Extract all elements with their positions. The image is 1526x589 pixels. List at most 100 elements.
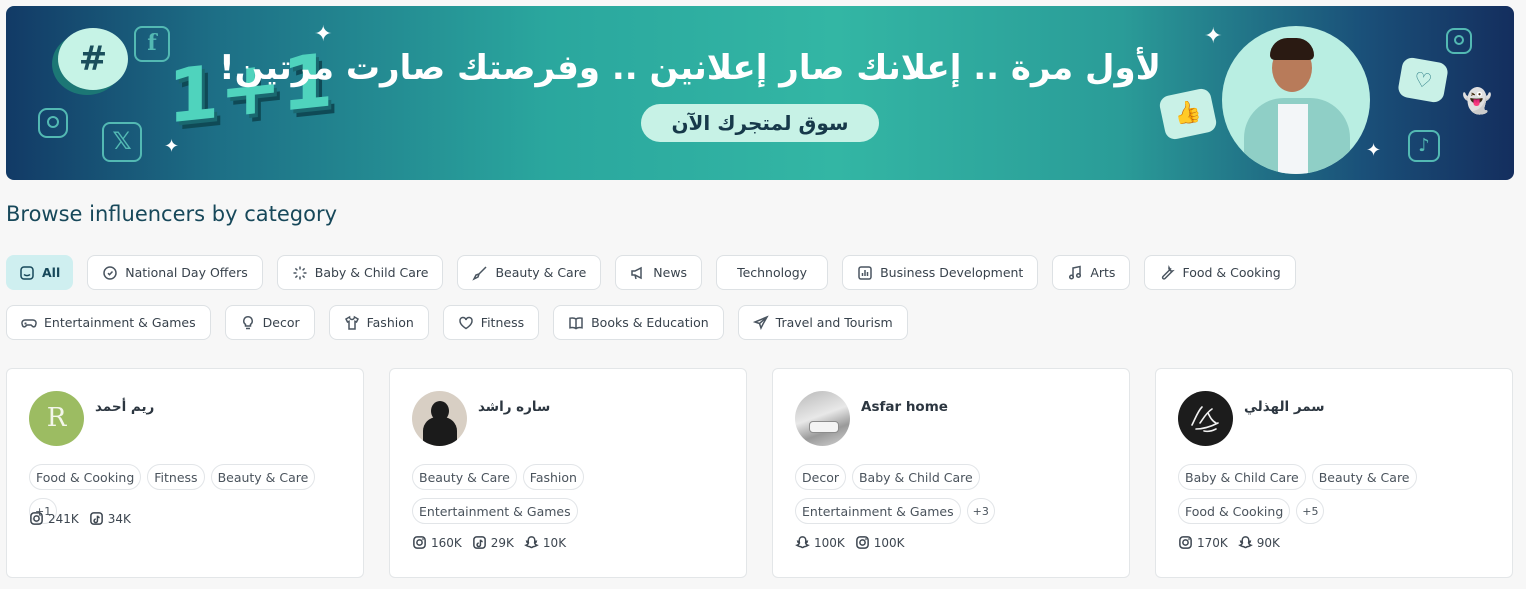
- instagram-stat: 241K: [29, 511, 79, 526]
- influencer-card[interactable]: ساره راشد Beauty & Care Fashion Entertai…: [389, 368, 747, 578]
- heart-icon: [458, 315, 474, 331]
- category-chip-technology[interactable]: Technology: [716, 255, 829, 290]
- instagram-icon: [413, 536, 426, 549]
- plane-icon: [752, 314, 769, 331]
- tiktok-stat: 29K: [472, 535, 514, 550]
- snapchat-icon: [1237, 536, 1253, 549]
- category-tag: Entertainment & Games: [795, 498, 961, 524]
- bulb-icon: [240, 315, 256, 331]
- influencer-tags: Decor Baby & Child Care Entertainment & …: [795, 464, 1115, 524]
- more-tags-badge: +5: [1296, 498, 1325, 524]
- facebook-icon: f: [134, 26, 170, 62]
- category-tag: Baby & Child Care: [851, 464, 980, 490]
- gamepad-icon: [21, 315, 37, 331]
- instagram-stat: 170K: [1178, 535, 1228, 550]
- banner-headline: لأول مرة .. إعلانك صار إعلانين .. وفرصتك…: [219, 48, 1161, 88]
- book-icon: [568, 315, 584, 331]
- snapchat-icon: [795, 536, 810, 549]
- category-chip-books-education[interactable]: Books & Education: [553, 305, 724, 340]
- section-title: Browse influencers by category: [6, 202, 338, 226]
- instagram-icon: [1179, 536, 1192, 549]
- megaphone-icon: [630, 265, 646, 281]
- category-chip-fitness[interactable]: Fitness: [442, 305, 540, 340]
- category-chip-national-day[interactable]: National Day Offers: [87, 255, 263, 290]
- thumbs-up-icon: 👍: [1157, 87, 1219, 141]
- influencer-stats: 100K 100K: [795, 535, 905, 550]
- heart-bubble-icon: ♡: [1396, 56, 1450, 104]
- instagram-icon: [855, 536, 869, 549]
- category-tag: Entertainment & Games: [412, 498, 578, 524]
- instagram-icon: [30, 512, 43, 525]
- tiktok-stat: 34K: [89, 511, 131, 526]
- snapchat-icon: [524, 536, 539, 549]
- influencer-stats: 241K 34K: [29, 511, 131, 526]
- category-chip-news[interactable]: News: [615, 255, 703, 290]
- category-chip-arts[interactable]: Arts: [1052, 255, 1131, 290]
- sparkle-icon: ✦: [1366, 140, 1382, 161]
- music-icon: [1067, 265, 1083, 281]
- banner-person-image: [1222, 26, 1370, 174]
- snapchat-icon: 👻: [1462, 87, 1492, 115]
- avatar: R: [29, 391, 84, 446]
- wrench-icon: [1159, 264, 1176, 281]
- tiktok-icon: [89, 512, 103, 525]
- snapchat-stat: 90K: [1237, 535, 1280, 550]
- sparkle-icon: ✦: [314, 22, 333, 47]
- influencer-name: سمر الهذلي: [1244, 399, 1325, 415]
- category-tag: Beauty & Care: [210, 464, 316, 490]
- more-tags-badge: +3: [966, 498, 995, 524]
- instagram-stat: 160K: [412, 535, 462, 550]
- promo-banner[interactable]: # f 𝕏 1+1 ✦ ✦ ✦ ✦ لأول مرة .. إعلانك صار…: [6, 6, 1514, 180]
- category-chip-beauty-care[interactable]: Beauty & Care: [457, 255, 602, 290]
- brush-icon: [472, 265, 488, 281]
- snapchat-stat: 10K: [524, 535, 566, 550]
- sparkle-icon: ✦: [164, 136, 180, 157]
- influencer-card[interactable]: سمر الهذلي Baby & Child Care Beauty & Ca…: [1155, 368, 1513, 578]
- influencer-tags: Baby & Child Care Beauty & Care Food & C…: [1178, 464, 1498, 524]
- category-chip-business-development[interactable]: Business Development: [842, 255, 1039, 290]
- category-chip-food-cooking[interactable]: Food & Cooking: [1144, 255, 1296, 290]
- category-tag: Fitness: [147, 464, 205, 490]
- grid-smile-icon: [19, 265, 35, 281]
- category-chip-travel-tourism[interactable]: Travel and Tourism: [737, 305, 908, 340]
- influencer-name: Asfar home: [861, 399, 948, 415]
- influencer-card[interactable]: Asfar home Decor Baby & Child Care Enter…: [772, 368, 1130, 578]
- banner-cta-button[interactable]: سوق لمتجرك الآن: [641, 104, 879, 142]
- avatar: [795, 391, 850, 446]
- category-tag: Food & Cooking: [29, 464, 142, 490]
- x-icon: 𝕏: [102, 122, 142, 162]
- category-chip-decor[interactable]: Decor: [224, 305, 315, 340]
- instagram-icon: [38, 108, 68, 138]
- category-tag: Beauty & Care: [412, 464, 517, 490]
- influencer-card[interactable]: R ريم أحمد Food & Cooking Fitness Beauty…: [6, 368, 364, 578]
- tiktok-icon: [472, 536, 486, 549]
- influencer-tags: Beauty & Care Fashion Entertainment & Ga…: [412, 464, 732, 524]
- instagram-stat: 100K: [855, 535, 905, 550]
- category-chips-row-1: All National Day Offers Baby & Child Car…: [6, 255, 1296, 290]
- tiktok-icon: ♪: [1408, 130, 1440, 162]
- influencer-stats: 170K 90K: [1178, 535, 1280, 550]
- avatar: [412, 391, 467, 446]
- loader-icon: [292, 265, 308, 281]
- influencer-name: ساره راشد: [478, 399, 551, 415]
- sparkle-icon: ✦: [1204, 24, 1223, 49]
- category-chips-row-2: Entertainment & Games Decor Fashion Fitn…: [6, 305, 908, 340]
- category-chip-fashion[interactable]: Fashion: [328, 305, 429, 340]
- influencer-name: ريم أحمد: [95, 399, 155, 415]
- category-tag: Fashion: [522, 464, 584, 490]
- category-tag: Beauty & Care: [1311, 464, 1417, 490]
- shirt-icon: [344, 315, 360, 331]
- category-tag: Food & Cooking: [1178, 498, 1291, 524]
- influencer-stats: 160K 29K 10K: [412, 535, 566, 550]
- category-chip-baby-child-care[interactable]: Baby & Child Care: [276, 255, 444, 290]
- snapchat-stat: 100K: [795, 535, 845, 550]
- category-chip-all[interactable]: All: [6, 255, 74, 290]
- avatar: [1178, 391, 1233, 446]
- chart-icon: [857, 265, 873, 281]
- category-tag: Baby & Child Care: [1178, 464, 1306, 490]
- instagram-icon: [1446, 28, 1472, 54]
- badge-icon: [102, 265, 118, 281]
- hashtag-bubble-icon: #: [58, 28, 128, 90]
- category-tag: Decor: [795, 464, 846, 490]
- category-chip-entertainment-games[interactable]: Entertainment & Games: [6, 305, 211, 340]
